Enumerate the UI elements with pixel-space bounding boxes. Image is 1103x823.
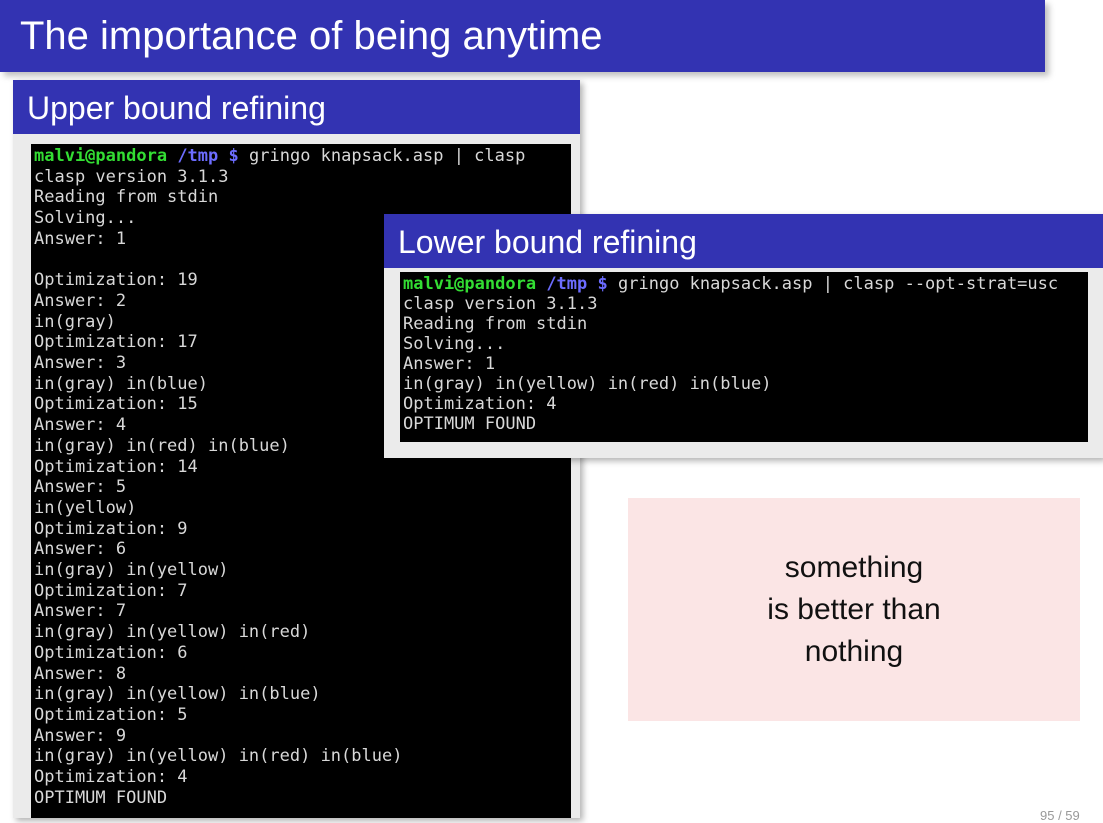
- terminal-output-line: in(gray) in(yellow) in(red) in(blue): [403, 374, 772, 394]
- terminal-prompt-line: malvi@pandora /tmp $ gringo knapsack.asp…: [34, 146, 571, 167]
- note-line: nothing: [804, 634, 904, 668]
- note-line: is better than: [767, 592, 941, 626]
- upper-bound-heading-bar: Upper bound refining: [13, 80, 580, 134]
- lower-bound-output: clasp version 3.1.3 Reading from stdin Sol…: [403, 294, 1088, 434]
- slide-title-bar: The importance of being anytime: [0, 0, 1045, 72]
- prompt-symbol: $: [597, 274, 608, 294]
- terminal-output-line: in(gray) in(yellow) in(red) in(blue): [34, 746, 403, 767]
- lower-bound-heading-bar: Lower bound refining: [384, 214, 1103, 268]
- lower-bound-terminal: malvi@pandora /tmp $ gringo knapsack.asp…: [400, 272, 1088, 442]
- terminal-output-line: clasp version 3.1.3: [34, 166, 229, 187]
- lower-bound-block: Lower bound refining malvi@pandora /tmp …: [384, 214, 1103, 458]
- terminal-output-line: Solving...: [403, 334, 506, 354]
- prompt-dir: /tmp: [177, 146, 219, 166]
- terminal-output-line: in(gray) in(yellow) in(blue): [34, 684, 321, 705]
- prompt-user: malvi@pandora: [34, 146, 168, 166]
- terminal-output-line: Answer: 1: [403, 354, 496, 374]
- note-box: something is better than nothing: [628, 498, 1080, 721]
- terminal-output-line: Optimization: 7: [34, 580, 188, 601]
- upper-bound-heading: Upper bound refining: [27, 90, 326, 126]
- terminal-output-line: Optimization: 5: [34, 704, 188, 725]
- prompt-dir: /tmp: [546, 274, 588, 294]
- terminal-output-line: OPTIMUM FOUND: [34, 787, 168, 808]
- lower-bound-heading: Lower bound refining: [398, 224, 697, 260]
- page-number: 95 / 59: [1040, 808, 1080, 823]
- prompt-symbol: $: [228, 146, 239, 166]
- terminal-output-line: Optimization: 6: [34, 642, 188, 663]
- terminal-output-line: Answer: 7: [34, 601, 127, 622]
- terminal-output-line: Answer: 6: [34, 539, 127, 560]
- terminal-output-line: Optimization: 9: [34, 518, 188, 539]
- terminal-output-line: Answer: 8: [34, 663, 127, 684]
- terminal-output-line: Reading from stdin: [403, 314, 588, 334]
- terminal-prompt-line: malvi@pandora /tmp $ gringo knapsack.asp…: [403, 274, 1088, 294]
- terminal-output-line: OPTIMUM FOUND: [403, 414, 537, 434]
- terminal-output-line: in(yellow): [34, 497, 137, 518]
- slide-title: The importance of being anytime: [20, 14, 603, 58]
- prompt-command: gringo knapsack.asp | clasp --opt-strat=…: [618, 274, 1059, 294]
- terminal-output-line: Answer: 9: [34, 725, 127, 746]
- terminal-output-line: clasp version 3.1.3: [403, 294, 598, 314]
- prompt-user: malvi@pandora: [403, 274, 537, 294]
- terminal-output-line: Optimization: 4: [34, 767, 188, 788]
- terminal-output-line: in(gray) in(yellow) in(red): [34, 622, 311, 643]
- terminal-output-line: Answer: 5: [34, 477, 127, 498]
- terminal-output-line: Optimization: 14: [34, 456, 198, 477]
- terminal-output-line: Optimization: 4: [403, 394, 557, 414]
- note-line: something: [784, 550, 924, 584]
- terminal-output-line: Reading from stdin: [34, 187, 219, 208]
- prompt-command: gringo knapsack.asp | clasp: [249, 146, 526, 166]
- terminal-output-line: in(gray) in(yellow): [34, 560, 229, 581]
